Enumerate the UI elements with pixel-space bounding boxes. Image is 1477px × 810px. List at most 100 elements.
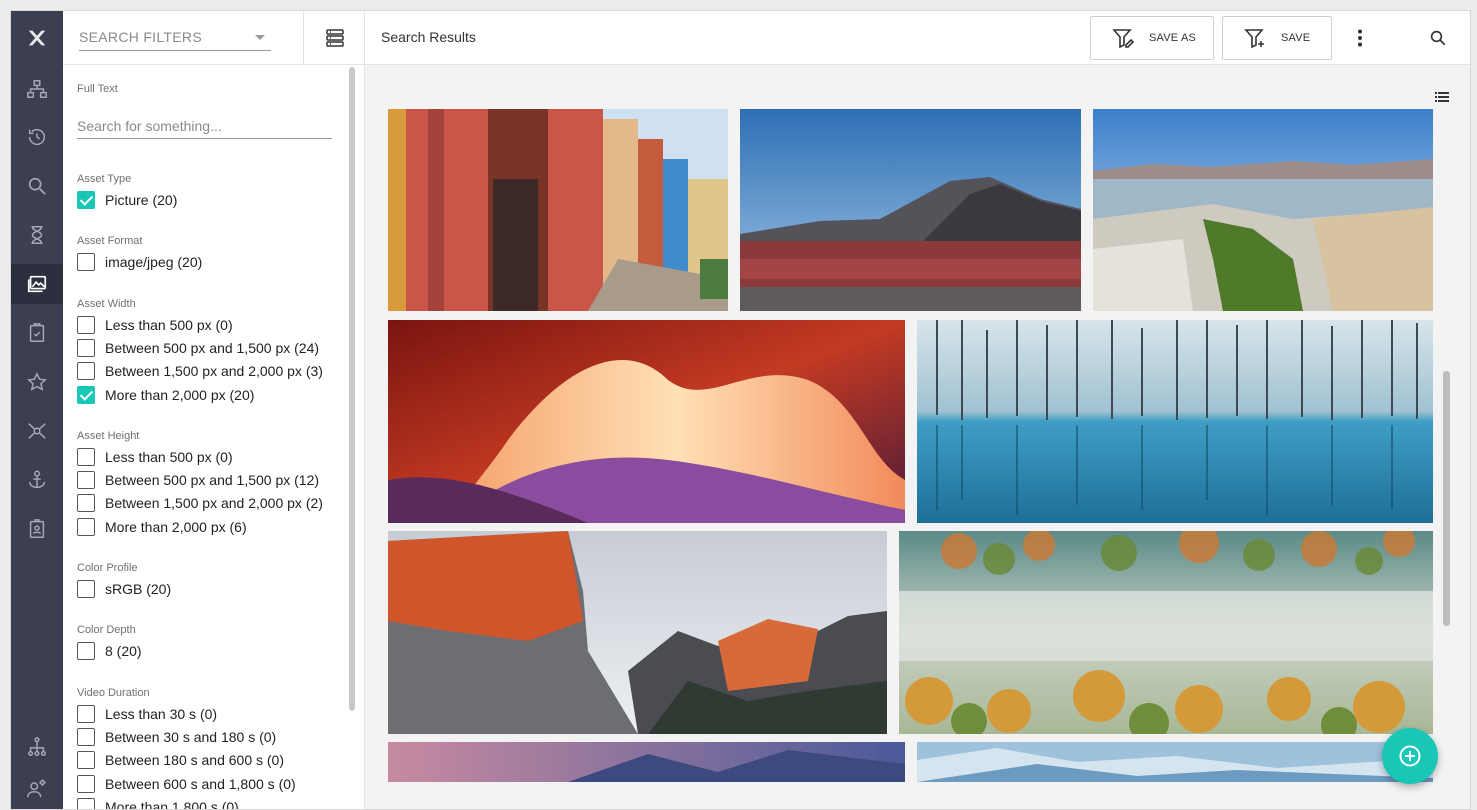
full-text-input[interactable]: Search for something...: [77, 115, 332, 139]
filter-option-label: Picture (20): [105, 192, 178, 208]
filter-option-label: Less than 30 s (0): [105, 705, 218, 722]
checkbox-checked[interactable]: [77, 191, 95, 209]
checkbox[interactable]: [77, 494, 95, 513]
checkbox[interactable]: [77, 797, 95, 809]
filter-option-label: Between 500 px and 1,500 px (12): [105, 472, 320, 489]
history-icon[interactable]: [11, 117, 63, 157]
filter-section-label: Video Duration: [77, 686, 150, 699]
save-as-label: SAVE AS: [1149, 32, 1197, 44]
x-logo-icon[interactable]: [11, 11, 63, 65]
filter-option[interactable]: image/jpeg (20): [77, 252, 202, 272]
filter-option-label: Between 500 px and 1,500 px (24): [105, 339, 320, 356]
filter-option-label: sRGB (20): [105, 581, 172, 597]
filter-option[interactable]: More than 2,000 px (20): [77, 385, 254, 405]
images-icon[interactable]: [11, 264, 63, 304]
clipboard-check-icon[interactable]: [11, 313, 63, 353]
checkbox-checked[interactable]: [77, 385, 95, 404]
filter-edit-icon: [1112, 29, 1135, 49]
filter-section-label: Color Depth: [77, 624, 136, 637]
checkbox[interactable]: [77, 580, 95, 598]
filter-panel: SEARCH FILTERS Full Text Search for some…: [63, 11, 365, 809]
filter-option-label: 8 (20): [105, 643, 142, 660]
filter-option[interactable]: More than 1,800 s (0): [77, 797, 239, 810]
result-salt-flats[interactable]: [1093, 109, 1433, 311]
checkbox[interactable]: [77, 338, 95, 357]
more-options-icon[interactable]: [1345, 25, 1375, 51]
filter-option[interactable]: Between 500 px and 1,500 px (24): [77, 338, 319, 358]
filter-option[interactable]: Between 1,500 px and 2,000 px (2): [77, 493, 323, 513]
anchor-icon[interactable]: [11, 460, 63, 500]
results-scrollbar[interactable]: [1443, 371, 1450, 626]
add-button[interactable]: [1382, 728, 1438, 784]
result-colorful-street[interactable]: [388, 109, 728, 311]
filter-option-label: Between 1,500 px and 2,000 px (3): [105, 363, 323, 380]
filter-option[interactable]: More than 2,000 px (6): [77, 517, 247, 537]
filter-option-label: Between 30 s and 180 s (0): [105, 728, 277, 745]
filter-option[interactable]: Less than 500 px (0): [77, 447, 233, 467]
save-as-button[interactable]: SAVE AS: [1090, 16, 1214, 60]
filter-option[interactable]: Less than 30 s (0): [77, 704, 217, 724]
checkbox[interactable]: [77, 447, 95, 466]
filter-option-label: Between 180 s and 600 s (0): [105, 752, 285, 769]
result-blue-mountains[interactable]: [917, 742, 1433, 782]
filter-option-label: More than 2,000 px (6): [105, 518, 247, 535]
filter-option-label: Between 600 s and 1,800 s (0): [105, 775, 296, 792]
filter-list-toggle-button[interactable]: [303, 11, 365, 65]
filter-option[interactable]: Between 600 s and 1,800 s (0): [77, 774, 296, 794]
checkbox[interactable]: [77, 315, 95, 334]
search-icon[interactable]: [11, 166, 63, 206]
user-settings-icon[interactable]: [11, 769, 63, 809]
filter-option-label: More than 1,800 s (0): [105, 798, 239, 810]
toolbar-search-icon[interactable]: [1423, 25, 1453, 51]
filter-option-label: image/jpeg (20): [105, 254, 203, 271]
filter-option[interactable]: Less than 500 px (0): [77, 315, 233, 335]
filter-option-label: Less than 500 px (0): [105, 448, 233, 465]
filter-panel-scrollbar[interactable]: [349, 67, 355, 711]
filter-add-icon: [1244, 29, 1264, 49]
filter-option-label: Between 1,500 px and 2,000 px (2): [105, 495, 323, 512]
list-view-icon: [325, 29, 344, 47]
filter-section-label: Asset Type: [77, 173, 132, 185]
checkbox[interactable]: [77, 704, 95, 723]
result-red-lagoon[interactable]: [740, 109, 1081, 311]
filter-panel-header: SEARCH FILTERS: [63, 11, 365, 65]
network-icon[interactable]: [11, 411, 63, 451]
result-antelope-canyon[interactable]: [388, 320, 905, 523]
filter-option[interactable]: Picture (20): [77, 190, 177, 210]
hourglass-icon[interactable]: [11, 215, 63, 255]
sitemap-icon[interactable]: [11, 69, 63, 109]
result-misty-forest[interactable]: [899, 531, 1433, 734]
checkbox[interactable]: [77, 471, 95, 490]
results-toolbar: Search Results SAVE AS SAVE: [365, 11, 1470, 65]
full-text-label: Full Text: [77, 83, 118, 95]
result-pink-mountains[interactable]: [388, 742, 905, 782]
result-el-capitan[interactable]: [388, 531, 887, 734]
filter-option[interactable]: sRGB (20): [77, 579, 171, 599]
search-filters-select[interactable]: SEARCH FILTERS: [79, 25, 271, 51]
add-circle-icon: [1399, 745, 1421, 767]
filter-option-label: Less than 500 px (0): [105, 316, 233, 333]
list-view-toggle-icon[interactable]: [1435, 89, 1449, 107]
star-icon[interactable]: [11, 362, 63, 402]
checkbox[interactable]: [77, 642, 95, 661]
filter-option[interactable]: Between 1,500 px and 2,000 px (3): [77, 361, 323, 381]
id-badge-icon[interactable]: [11, 509, 63, 549]
filter-option[interactable]: Between 500 px and 1,500 px (12): [77, 470, 319, 490]
result-blue-pond[interactable]: [917, 320, 1433, 523]
checkbox[interactable]: [77, 774, 95, 793]
checkbox[interactable]: [77, 751, 95, 770]
save-button[interactable]: SAVE: [1222, 16, 1332, 60]
hierarchy-icon[interactable]: [11, 727, 63, 767]
checkbox[interactable]: [77, 362, 95, 381]
filter-option-label: More than 2,000 px (20): [105, 386, 255, 403]
filter-option[interactable]: Between 30 s and 180 s (0): [77, 727, 276, 747]
filter-section-label: Asset Format: [77, 235, 143, 248]
chevron-down-icon: [255, 35, 265, 40]
checkbox[interactable]: [77, 727, 95, 746]
filter-option[interactable]: Between 180 s and 600 s (0): [77, 750, 284, 770]
save-label: SAVE: [1281, 32, 1311, 44]
checkbox[interactable]: [77, 517, 95, 536]
filter-option[interactable]: 8 (20): [77, 641, 142, 661]
filter-section-label: Asset Height: [77, 429, 140, 442]
checkbox[interactable]: [77, 253, 95, 272]
